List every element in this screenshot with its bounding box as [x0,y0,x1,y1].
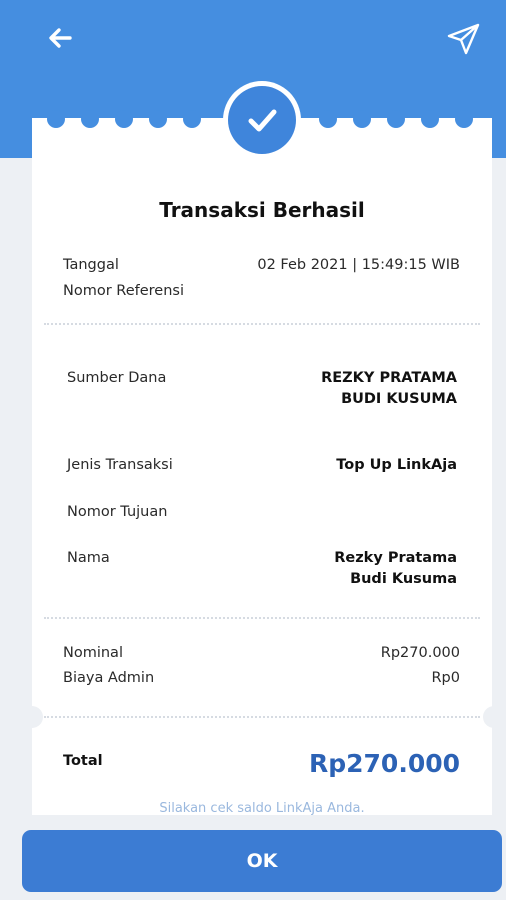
nominal-label: Nominal [63,645,123,661]
nominal-value: Rp270.000 [380,645,460,661]
dotted-divider [44,716,480,718]
source-value-line2: BUDI KUSUMA [341,391,457,407]
transaction-type-value: Top Up LinkAja [336,457,457,473]
dotted-divider [44,323,480,325]
date-value: 02 Feb 2021 | 15:49:15 WIB [257,257,460,273]
name-value-line1: Rezky Pratama [334,550,457,566]
receipt-scallop [421,110,439,128]
receipt-notch-left [21,706,43,728]
receipt-scallop [353,110,371,128]
receipt-scallop [387,110,405,128]
admin-fee-label: Biaya Admin [63,670,155,686]
name-value-line2: Budi Kusuma [350,571,457,587]
source-label: Sumber Dana [67,370,167,386]
receipt-scallop [81,110,99,128]
source-value-line1: REZKY PRATAMA [321,370,457,386]
balance-hint: Silakan cek saldo LinkAja Anda. [159,801,365,816]
dotted-divider [44,617,480,619]
name-label: Nama [67,550,110,566]
arrow-left-icon [49,28,72,48]
share-button[interactable] [446,22,482,56]
reference-label: Nomor Referensi [63,283,184,299]
receipt-title: Transaksi Berhasil [159,198,365,222]
receipt-notch-right [483,706,505,728]
destination-number-label: Nomor Tujuan [67,504,168,520]
success-badge [223,81,301,159]
back-button[interactable] [44,24,76,52]
admin-fee-value: Rp0 [431,670,460,686]
total-value: Rp270.000 [308,749,460,778]
total-label: Total [63,753,103,769]
receipt-scallop [183,110,201,128]
receipt-scallop [115,110,133,128]
date-label: Tanggal [63,257,119,273]
receipt-scallop [319,110,337,128]
ok-button[interactable]: OK [22,830,502,892]
receipt-scallop [149,110,167,128]
transaction-type-label: Jenis Transaksi [67,457,173,473]
send-icon [447,23,480,55]
receipt-scallop [47,110,65,128]
checkmark-icon [248,109,277,132]
receipt-scallop [455,110,473,128]
